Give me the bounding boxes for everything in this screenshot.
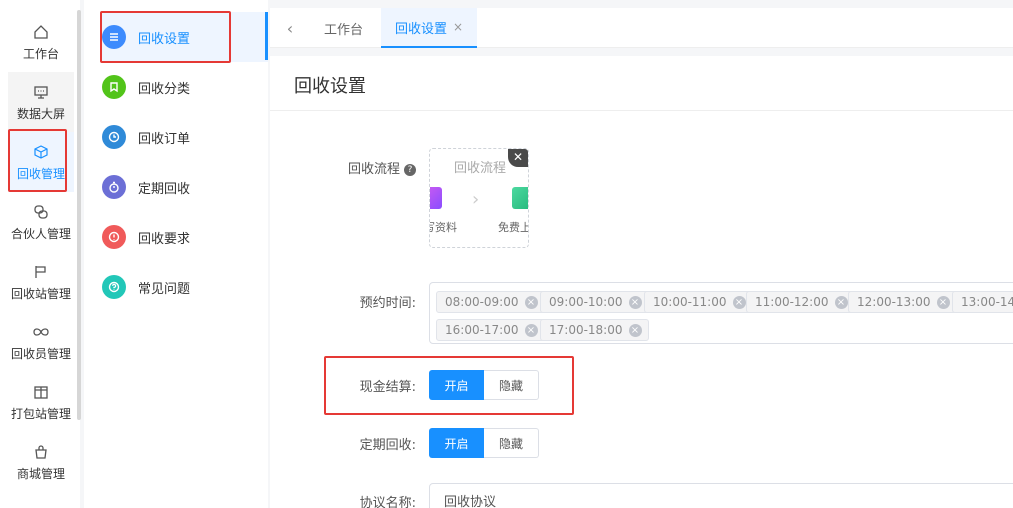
main-sidebar: 工作台 数据大屏 回收管理 合伙人管理 回收站管理 回收员管理 打包站管理 商城… [0, 0, 81, 508]
flag-icon [32, 263, 50, 281]
submenu-item-label: 回收要求 [138, 231, 191, 247]
flow-step-caption: 免费上 [498, 221, 529, 234]
close-icon[interactable]: × [628, 295, 642, 309]
submenu-item-faq[interactable]: 常见问题 [102, 262, 268, 312]
tag-label: 12:00-13:00 [857, 295, 931, 309]
tag-label: 16:00-17:00 [445, 323, 519, 337]
clock-icon [102, 125, 126, 149]
rail-item-station[interactable]: 回收站管理 [8, 252, 74, 312]
rail-item-label: 数据大屏 [16, 106, 65, 121]
close-icon[interactable]: × [834, 295, 848, 309]
rail-item-workbench[interactable]: 工作台 [8, 12, 74, 72]
rail-item-mall[interactable]: 商城管理 [8, 432, 74, 492]
time-slot-tag: 09:00-10:00 × [540, 291, 649, 313]
rail-item-data-screen[interactable]: 数据大屏 [8, 72, 74, 132]
flow-step-caption: 写资料 [430, 221, 457, 234]
close-icon[interactable]: × [524, 295, 538, 309]
submenu-item-label: 定期回收 [138, 181, 191, 197]
chevron-left-icon[interactable]: ‹ [280, 18, 300, 38]
time-slot-tag: 17:00-18:00 × [540, 319, 649, 341]
tag-label: 17:00-18:00 [549, 323, 623, 337]
time-label: 预约时间: [359, 296, 416, 311]
divider [270, 110, 1013, 111]
help-icon[interactable]: ? [404, 164, 416, 176]
tag-label: 11:00-12:00 [755, 295, 829, 309]
periodic-on-button[interactable]: 开启 [429, 428, 484, 458]
rail-item-label: 商城管理 [16, 466, 65, 481]
tab-recycle-settings[interactable]: 回收设置 × [381, 8, 478, 48]
submenu-active-indicator [265, 12, 268, 60]
flow-label: 回收流程? [330, 158, 416, 177]
link-icon [32, 203, 50, 221]
tab-bar: ‹ 工作台 回收设置 × [270, 8, 1013, 48]
main-panel: 回收设置 回收流程? 回收流程 ✕ › 写资料 免费上 预约时间: 08:00-… [270, 56, 1013, 508]
highlight-box [100, 11, 231, 63]
time-slot-tag: 08:00-09:00 × [436, 291, 545, 313]
submenu: 回收设置 回收分类 回收订单 定期回收 回收要求 常见问题 [84, 0, 268, 508]
highlight-box [324, 356, 574, 415]
submenu-item-recycle-orders[interactable]: 回收订单 [102, 112, 268, 162]
rail-item-label: 工作台 [22, 46, 59, 61]
close-icon[interactable]: × [936, 295, 950, 309]
alert-icon [102, 225, 126, 249]
time-slot-select[interactable]: 08:00-09:00 × 09:00-10:00 × 10:00-11:00 × 1… [429, 282, 1013, 344]
submenu-item-periodic-recycle[interactable]: 定期回收 [102, 162, 268, 212]
submenu-item-label: 常见问题 [138, 281, 191, 297]
truck-icon [512, 187, 528, 209]
time-slot-tag: 10:00-11:00 × [644, 291, 753, 313]
tag-label: 08:00-09:00 [445, 295, 519, 309]
presentation-icon [32, 83, 50, 101]
time-slot-tag: 11:00-12:00 × [746, 291, 855, 313]
app-root: 工作台 数据大屏 回收管理 合伙人管理 回收站管理 回收员管理 打包站管理 商城… [0, 0, 1013, 508]
close-icon[interactable]: × [732, 295, 746, 309]
rail-item-label: 回收员管理 [10, 346, 71, 361]
time-slot-tag: 12:00-13:00 × [848, 291, 957, 313]
periodic-off-button[interactable]: 隐藏 [484, 428, 539, 458]
submenu-item-label: 回收分类 [138, 81, 191, 97]
sidebar-scrollbar[interactable] [77, 10, 81, 420]
close-icon[interactable]: ✕ [508, 149, 528, 167]
page-title: 回收设置 [294, 76, 366, 97]
highlight-box [8, 129, 67, 192]
flow-image-upload[interactable]: 回收流程 ✕ › 写资料 免费上 [429, 148, 529, 248]
question-icon [102, 275, 126, 299]
rail-item-label: 回收站管理 [10, 286, 71, 301]
tag-label: 10:00-11:00 [653, 295, 727, 309]
agreement-name-input[interactable]: 回收协议 [429, 483, 1013, 508]
tab-label: 回收设置 [395, 21, 448, 37]
tag-label: 09:00-10:00 [549, 295, 623, 309]
bookmark-icon [102, 75, 126, 99]
package-icon [32, 383, 50, 401]
flow-label-text: 回收流程 [347, 162, 400, 177]
rail-item-label: 合伙人管理 [10, 226, 71, 241]
stopwatch-icon [102, 175, 126, 199]
tag-label: 13:00-14:00 [961, 295, 1013, 309]
bag-icon [32, 443, 50, 461]
close-icon[interactable]: × [524, 323, 538, 337]
rail-item-packing[interactable]: 打包站管理 [8, 372, 74, 432]
infinity-icon [32, 323, 50, 341]
tab-label: 工作台 [324, 22, 364, 38]
close-icon[interactable]: × [453, 20, 463, 34]
periodic-toggle: 开启 隐藏 [429, 428, 539, 458]
rail-item-label: 打包站管理 [10, 406, 71, 421]
submenu-item-recycle-category[interactable]: 回收分类 [102, 62, 268, 112]
chevron-right-icon: › [472, 189, 480, 210]
submenu-item-label: 回收订单 [138, 131, 191, 147]
tab-workbench[interactable]: 工作台 [310, 8, 377, 48]
time-slot-tag: 16:00-17:00 × [436, 319, 545, 341]
document-icon [430, 187, 442, 209]
agreement-label: 协议名称: [359, 496, 416, 508]
periodic-label: 定期回收: [359, 438, 416, 453]
submenu-item-recycle-requirements[interactable]: 回收要求 [102, 212, 268, 262]
rail-item-collector[interactable]: 回收员管理 [8, 312, 74, 372]
close-icon[interactable]: × [628, 323, 642, 337]
home-icon [32, 23, 50, 41]
time-slot-tag: 13:00-14:00× [952, 291, 1013, 313]
rail-item-partner[interactable]: 合伙人管理 [8, 192, 74, 252]
